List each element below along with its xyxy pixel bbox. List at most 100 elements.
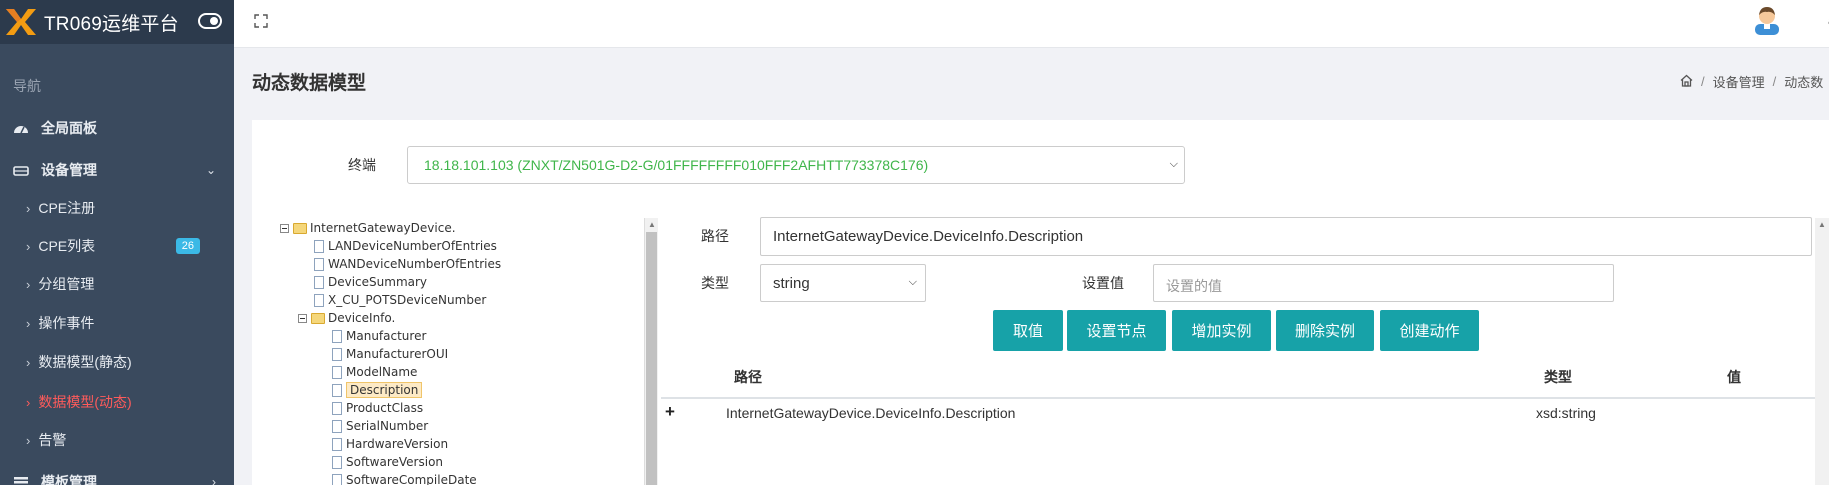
folder-icon (293, 222, 307, 234)
page-title: 动态数据模型 (252, 73, 367, 94)
tree-node-leaf[interactable]: WANDeviceNumberOfEntries (314, 255, 501, 273)
tree-node-leaf[interactable]: HardwareVersion (332, 435, 448, 453)
set-value-input[interactable]: 设置的值 (1153, 264, 1614, 302)
create-action-button[interactable]: 创建动作 (1380, 310, 1479, 351)
path-label: 路径 (701, 228, 729, 244)
breadcrumb-item[interactable]: 设备管理 (1713, 72, 1765, 91)
column-header-path: 路径 (734, 369, 762, 385)
type-select-value: string (773, 275, 810, 292)
chevron-down-icon: ⌵ (908, 276, 917, 288)
sidebar-toggle-icon[interactable] (198, 13, 222, 29)
add-instance-button[interactable]: 增加实例 (1172, 310, 1271, 351)
sidebar-item-group-management[interactable]: › 分组管理 (0, 265, 234, 303)
tree-node-label: X_CU_POTSDeviceNumber (328, 293, 487, 307)
tree-node-leaf[interactable]: DeviceSummary (314, 273, 427, 291)
file-icon (332, 419, 342, 433)
hdd-icon (12, 163, 30, 177)
avatar[interactable] (1754, 5, 1780, 35)
terminal-select-value: 18.18.101.103 (ZNXT/ZN501G-D2-G/01FFFFFF… (424, 157, 929, 173)
column-header-value: 值 (1727, 369, 1741, 385)
content-scrollbar[interactable]: ▲ (1815, 218, 1829, 485)
sidebar-item-label: 数据模型(动态) (38, 394, 132, 410)
sidebar: TR069运维平台 导航 全局面板 设备管理 ⌄ › CPE注册 › CPE列表… (0, 0, 234, 485)
breadcrumb: / 设备管理 / 动态数 (1680, 72, 1823, 91)
type-label: 类型 (701, 275, 729, 291)
sidebar-item-label: 操作事件 (38, 315, 95, 331)
fullscreen-icon[interactable] (254, 14, 268, 28)
folder-icon (311, 312, 325, 324)
set-value-label: 设置值 (1082, 275, 1124, 291)
file-icon (314, 257, 324, 271)
sidebar-item-label: 全局面板 (41, 120, 97, 136)
tree-node-folder[interactable]: DeviceInfo. (298, 309, 395, 327)
tree-node-leaf[interactable]: SoftwareCompileDate (332, 471, 477, 485)
chevron-right-icon: › (212, 475, 216, 485)
top-bar: admin (234, 0, 1829, 48)
tree-node-folder[interactable]: InternetGatewayDevice. (280, 219, 456, 237)
tree-node-leaf-selected[interactable]: Description (332, 381, 423, 399)
file-icon (332, 329, 342, 343)
chevron-right-icon: › (26, 432, 31, 448)
file-icon (314, 239, 324, 253)
chevron-down-icon: ⌄ (205, 163, 216, 177)
type-select[interactable]: string ⌵ (760, 264, 926, 302)
app-title: TR069运维平台 (44, 13, 179, 35)
terminal-select[interactable]: 18.18.101.103 (ZNXT/ZN501G-D2-G/01FFFFFF… (407, 146, 1185, 184)
tree-node-label: DeviceInfo. (328, 311, 396, 325)
sidebar-item-operation-events[interactable]: › 操作事件 (0, 304, 234, 342)
path-input[interactable]: InternetGatewayDevice.DeviceInfo.Descrip… (760, 217, 1812, 256)
chevron-right-icon: › (26, 315, 31, 331)
file-icon (332, 383, 342, 397)
tree-node-leaf[interactable]: ManufacturerOUI (332, 345, 448, 363)
column-header-type: 类型 (1544, 369, 1572, 385)
sidebar-item-cpe-list[interactable]: › CPE列表 26 (0, 227, 234, 265)
tree-node-leaf[interactable]: X_CU_POTSDeviceNumber (314, 291, 486, 309)
tree-node-label: Description (346, 382, 423, 398)
tree-node-label: WANDeviceNumberOfEntries (328, 257, 502, 271)
breadcrumb-separator: / (1772, 74, 1777, 89)
tree-node-leaf[interactable]: Manufacturer (332, 327, 426, 345)
sidebar-item-label: 设备管理 (41, 162, 97, 178)
chevron-right-icon: › (26, 200, 31, 216)
sidebar-item-label: 模板管理 (41, 474, 97, 485)
chevron-right-icon: › (26, 276, 31, 292)
logo-icon (4, 7, 38, 37)
sidebar-item-device-management[interactable]: 设备管理 ⌄ (0, 151, 234, 189)
tree-node-label: DeviceSummary (328, 275, 428, 289)
get-value-button[interactable]: 取值 (993, 310, 1063, 351)
sidebar-item-label: 数据模型(静态) (38, 354, 132, 370)
terminal-label: 终端 (348, 157, 376, 173)
tree-node-leaf[interactable]: SerialNumber (332, 417, 428, 435)
sidebar-item-data-model-dynamic[interactable]: › 数据模型(动态) (0, 383, 234, 421)
dashboard-icon (12, 121, 30, 135)
expand-row-icon[interactable]: + (665, 402, 675, 422)
sidebar-item-alarm[interactable]: › 告警 (0, 421, 234, 459)
sidebar-item-label: CPE注册 (38, 200, 96, 216)
file-icon (314, 275, 324, 289)
tree-node-label: ProductClass (346, 401, 424, 415)
tree-node-leaf[interactable]: ProductClass (332, 399, 423, 417)
sidebar-item-template-management[interactable]: 模板管理 › (0, 463, 234, 485)
sidebar-item-dashboard[interactable]: 全局面板 (0, 109, 234, 147)
set-node-button[interactable]: 设置节点 (1067, 310, 1166, 351)
tree-node-label: LANDeviceNumberOfEntries (328, 239, 497, 253)
scrollbar-thumb[interactable] (646, 232, 657, 485)
breadcrumb-item-current: 动态数 (1784, 75, 1824, 90)
tree-node-label: ManufacturerOUI (346, 347, 449, 361)
file-icon (332, 401, 342, 415)
tree-node-leaf[interactable]: SoftwareVersion (332, 453, 443, 471)
chevron-down-icon: ⌵ (1169, 158, 1178, 170)
sidebar-item-data-model-static[interactable]: › 数据模型(静态) (0, 343, 234, 381)
scroll-up-icon[interactable]: ▲ (1818, 220, 1826, 229)
tree-node-label: HardwareVersion (346, 437, 449, 451)
chevron-right-icon: › (26, 394, 31, 410)
sidebar-item-cpe-register[interactable]: › CPE注册 (0, 189, 234, 227)
tree-node-leaf[interactable]: ModelName (332, 363, 417, 381)
delete-instance-button[interactable]: 删除实例 (1276, 310, 1374, 351)
home-icon[interactable] (1680, 74, 1693, 90)
tree-scrollbar[interactable]: ▲ (644, 218, 658, 485)
tree-node-leaf[interactable]: LANDeviceNumberOfEntries (314, 237, 497, 255)
collapse-icon[interactable] (298, 313, 307, 323)
collapse-icon[interactable] (280, 223, 289, 233)
scroll-up-icon[interactable]: ▲ (648, 220, 656, 229)
